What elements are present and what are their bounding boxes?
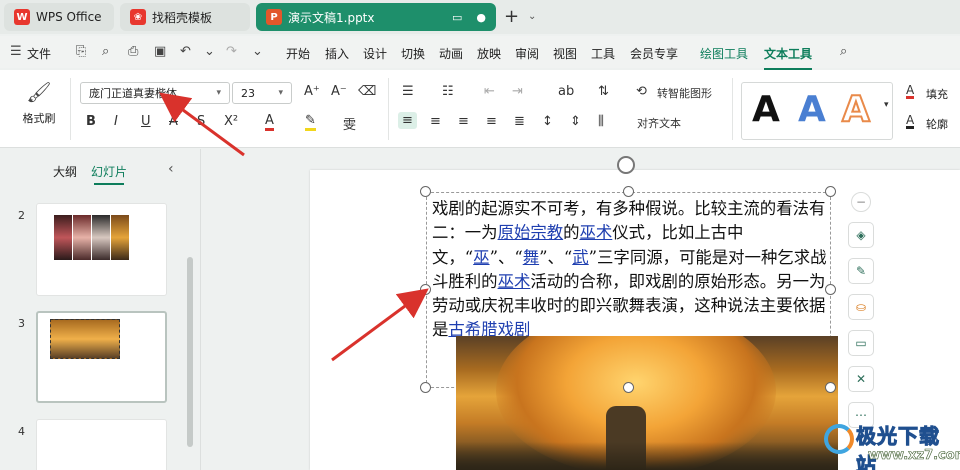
watermark: 极光下载站 www.xz7.com — [818, 418, 960, 470]
arrow-to-text-box — [331, 288, 429, 362]
arrow-to-font-box — [159, 92, 245, 157]
watermark-url: www.xz7.com — [868, 448, 960, 464]
watermark-logo-icon — [824, 424, 854, 454]
annotation-arrows — [159, 92, 429, 362]
